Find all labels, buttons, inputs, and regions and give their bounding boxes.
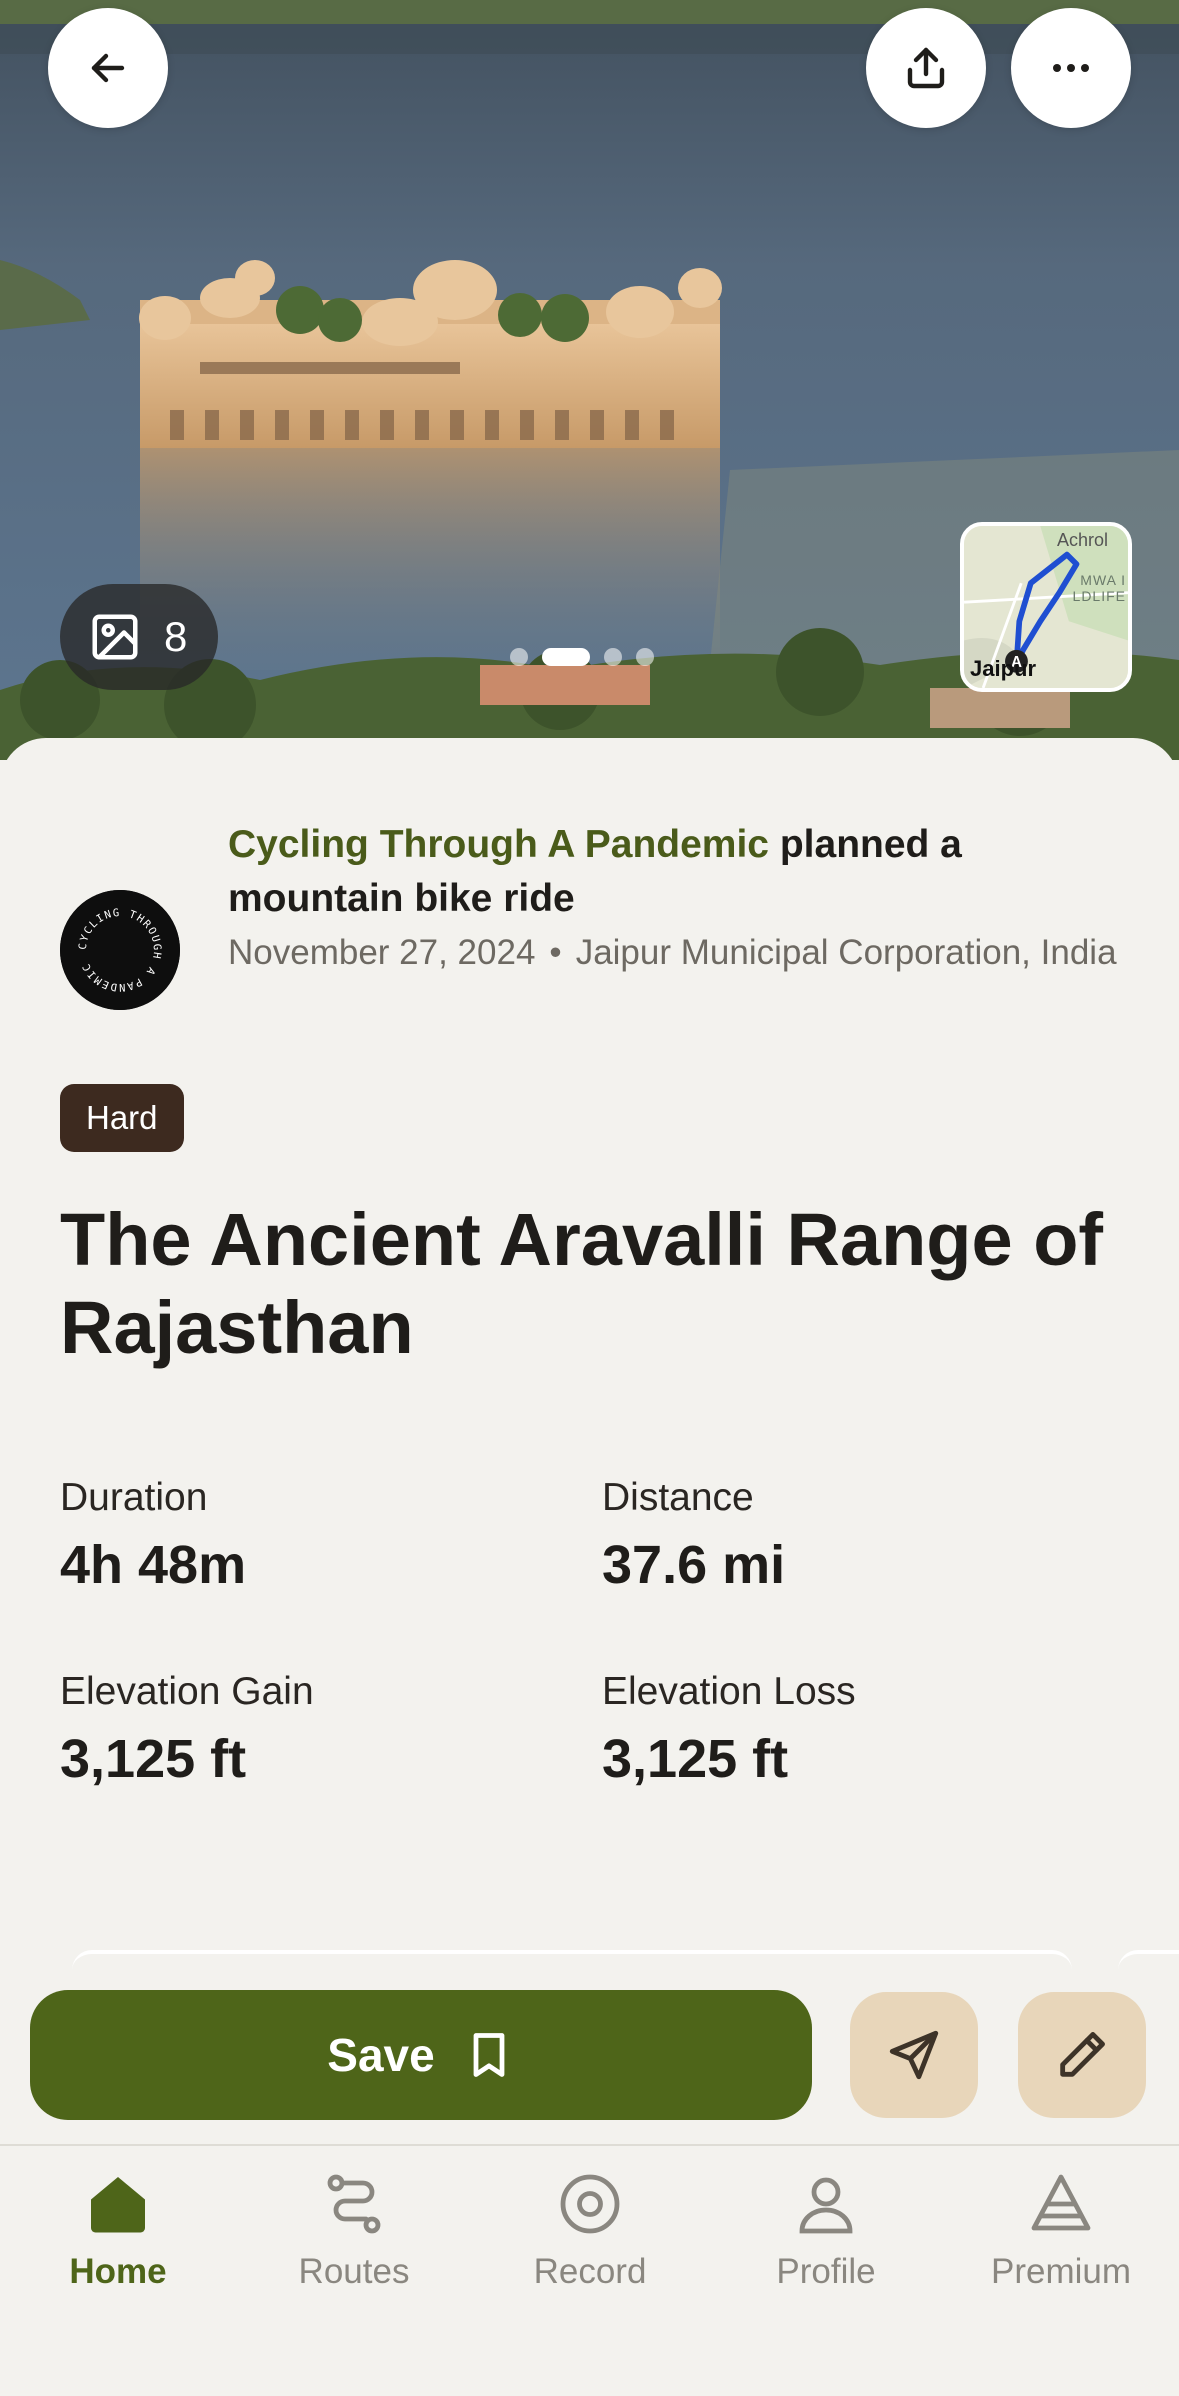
stat-value: 3,125 ft xyxy=(60,1729,247,1789)
activity-headline: Cycling Through A Pandemic planned a mou… xyxy=(228,818,1120,926)
tab-record[interactable]: Record xyxy=(472,2168,708,2292)
record-icon xyxy=(560,2174,620,2234)
tab-home[interactable]: Home xyxy=(0,2168,236,2292)
premium-icon xyxy=(1031,2174,1091,2231)
route-mini-map[interactable]: A Achrol MWA I LDLIFE Jaipur xyxy=(960,522,1132,692)
stat-label: Duration xyxy=(60,1476,208,1519)
tab-label: Record xyxy=(533,2252,647,2291)
next-card-edge xyxy=(72,1950,1072,1990)
edit-button[interactable] xyxy=(1018,1992,1146,2118)
activity-date: November 27, 2024 xyxy=(228,933,536,972)
author-name-link[interactable]: Cycling Through A Pandemic xyxy=(228,823,769,866)
stat-elevation-loss: Elevation Loss 3,125 ft xyxy=(602,1667,1120,1791)
tab-label: Home xyxy=(69,2252,167,2291)
author-row: CYCLING THROUGH A PANDEMIC Cycling Throu… xyxy=(60,818,1120,1010)
route-title: The Ancient Aravalli Range of Rajasthan xyxy=(60,1198,1104,1369)
next-card-edge xyxy=(1118,1950,1179,1990)
navigation-icon xyxy=(889,2030,939,2080)
bottom-tab-bar: Home Routes Record Profile Premium xyxy=(0,2144,1179,2396)
tab-label: Profile xyxy=(776,2252,876,2291)
carousel-dot-active[interactable] xyxy=(542,648,590,666)
tab-routes[interactable]: Routes xyxy=(236,2168,472,2292)
photo-gallery-button[interactable]: 8 xyxy=(60,584,218,690)
stat-label: Distance xyxy=(602,1476,754,1519)
share-button[interactable] xyxy=(866,8,986,128)
carousel-dot[interactable] xyxy=(636,648,654,666)
stat-value: 3,125 ft xyxy=(602,1729,789,1789)
photo-count-value: 8 xyxy=(164,613,188,660)
more-options-button[interactable] xyxy=(1011,8,1131,128)
stat-label: Elevation Loss xyxy=(602,1670,856,1713)
arrow-left-icon xyxy=(91,53,125,83)
save-button[interactable]: Save xyxy=(30,1990,812,2120)
stat-value: 37.6 mi xyxy=(602,1535,786,1595)
stat-label: Elevation Gain xyxy=(60,1670,314,1713)
image-icon xyxy=(92,614,138,660)
more-horizontal-icon xyxy=(1053,64,1089,72)
bookmark-icon xyxy=(473,2033,505,2077)
map-place-label: Achrol xyxy=(1056,530,1108,550)
carousel-indicator xyxy=(510,648,654,666)
map-city-label: Jaipur xyxy=(970,656,1037,681)
stat-elevation-gain: Elevation Gain 3,125 ft xyxy=(60,1667,602,1791)
map-area-label: MWA I LDLIFE xyxy=(1072,572,1126,604)
author-logo-icon: CYCLING THROUGH A PANDEMIC xyxy=(60,890,180,1010)
route-stats: Duration 4h 48m Distance 37.6 mi Elevati… xyxy=(60,1473,1120,1791)
back-button[interactable] xyxy=(48,8,168,128)
tab-profile[interactable]: Profile xyxy=(708,2168,944,2292)
routes-icon xyxy=(327,2174,381,2234)
avatar[interactable]: CYCLING THROUGH A PANDEMIC xyxy=(60,890,180,1010)
tab-premium[interactable]: Premium xyxy=(943,2168,1179,2292)
stat-duration: Duration 4h 48m xyxy=(60,1473,602,1597)
carousel-dot[interactable] xyxy=(604,648,622,666)
hero-photo[interactable]: 8 A Achrol MWA I LDLIFE Jaipur xyxy=(0,0,1179,760)
difficulty-badge: Hard xyxy=(60,1084,184,1152)
save-button-label: Save xyxy=(327,2029,435,2081)
profile-icon xyxy=(799,2177,853,2234)
tab-label: Routes xyxy=(298,2252,410,2291)
home-icon xyxy=(91,2177,145,2233)
pencil-icon xyxy=(1060,2032,1105,2077)
activity-meta: November 27, 2024 • Jaipur Municipal Corpo… xyxy=(228,930,1120,976)
author-info: Cycling Through A Pandemic planned a mou… xyxy=(228,818,1120,1010)
route-detail-sheet: CYCLING THROUGH A PANDEMIC Cycling Throu… xyxy=(0,738,1179,2138)
meta-separator: • xyxy=(549,933,562,972)
stat-value: 4h 48m xyxy=(60,1535,247,1595)
navigate-button[interactable] xyxy=(850,1992,978,2118)
carousel-dot[interactable] xyxy=(510,648,528,666)
share-icon xyxy=(907,47,945,89)
stat-distance: Distance 37.6 mi xyxy=(602,1473,1120,1597)
tab-label: Premium xyxy=(990,2252,1132,2291)
activity-location: Jaipur Municipal Corporation, India xyxy=(575,933,1117,972)
